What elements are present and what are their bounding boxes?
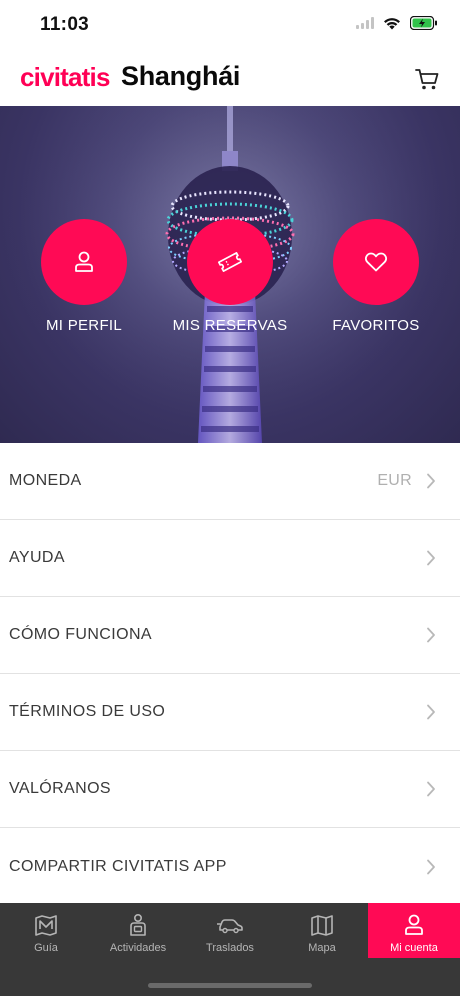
ticket-icon — [217, 252, 243, 272]
tab-activities[interactable]: Actividades — [92, 903, 184, 958]
settings-row-label: TÉRMINOS DE USO — [9, 703, 166, 720]
my-bookings-button[interactable]: MIS RESERVAS — [165, 219, 295, 334]
status-time: 11:03 — [40, 14, 90, 35]
civitatis-logo[interactable]: civitatis — [20, 62, 110, 93]
cart-button[interactable] — [414, 66, 440, 92]
chevron-right-icon — [427, 781, 435, 797]
settings-row-help[interactable]: AYUDA — [0, 520, 460, 597]
chevron-right-icon — [427, 627, 435, 643]
settings-row-label: CÓMO FUNCIONA — [9, 626, 152, 643]
my-bookings-label: MIS RESERVAS — [172, 317, 288, 334]
chevron-right-icon — [427, 550, 435, 566]
battery-charging-icon — [410, 16, 437, 30]
settings-row-label: VALÓRANOS — [9, 780, 111, 797]
tab-my-account[interactable]: Mi cuenta — [368, 903, 460, 958]
currency-value: EUR — [377, 472, 412, 489]
tab-map[interactable]: Mapa — [276, 903, 368, 958]
favorites-circle — [333, 219, 419, 305]
favorites-label: FAVORITOS — [332, 317, 420, 334]
settings-row-label: MONEDA — [9, 472, 82, 489]
settings-row-terms[interactable]: TÉRMINOS DE USO — [0, 674, 460, 751]
profile-circle — [41, 219, 127, 305]
activities-icon — [130, 913, 146, 936]
settings-row-rate-us[interactable]: VALÓRANOS — [0, 751, 460, 828]
status-bar: 11:03 — [0, 0, 460, 50]
settings-row-share-app[interactable]: COMPARTIR CIVITATIS APP — [0, 828, 460, 905]
tab-label: Traslados — [206, 942, 254, 954]
map-guide-icon — [35, 915, 57, 936]
settings-row-how-it-works[interactable]: CÓMO FUNCIONA — [0, 597, 460, 674]
tab-label: Mapa — [308, 942, 336, 954]
map-icon — [311, 915, 333, 936]
bottom-tab-bar: Guía Actividades Traslados Mapa Mi cuent… — [0, 903, 460, 996]
my-profile-label: MI PERFIL — [45, 317, 123, 334]
hero-banner: MI PERFIL MIS RESERVAS FAVORITOS — [0, 106, 460, 443]
app-header: civitatis Shanghái — [0, 50, 460, 106]
settings-row-currency[interactable]: MONEDA EUR — [0, 443, 460, 520]
heart-icon — [364, 252, 388, 272]
cart-icon — [415, 69, 439, 90]
chevron-right-icon — [427, 473, 435, 489]
tab-label: Actividades — [109, 942, 167, 954]
signal-icon — [356, 17, 374, 29]
page-title: Shanghái — [121, 61, 241, 91]
transfer-car-icon — [217, 919, 243, 934]
settings-list: MONEDA EUR AYUDA CÓMO FUNCIONA TÉRMINOS … — [0, 443, 460, 905]
wifi-icon — [384, 17, 400, 29]
chevron-right-icon — [427, 859, 435, 874]
favorites-button[interactable]: FAVORITOS — [311, 219, 441, 334]
tab-transfers[interactable]: Traslados — [184, 903, 276, 958]
my-profile-button[interactable]: MI PERFIL — [19, 219, 149, 334]
settings-row-label: COMPARTIR CIVITATIS APP — [9, 857, 227, 875]
user-icon — [75, 251, 93, 272]
home-indicator — [148, 983, 312, 988]
user-icon — [405, 914, 423, 935]
tab-guide[interactable]: Guía — [0, 903, 92, 958]
tab-label: Guía — [34, 942, 58, 954]
bookings-circle — [187, 219, 273, 305]
tab-label: Mi cuenta — [390, 942, 438, 954]
chevron-right-icon — [427, 704, 435, 720]
settings-row-label: AYUDA — [9, 549, 65, 566]
status-icons — [356, 16, 438, 30]
